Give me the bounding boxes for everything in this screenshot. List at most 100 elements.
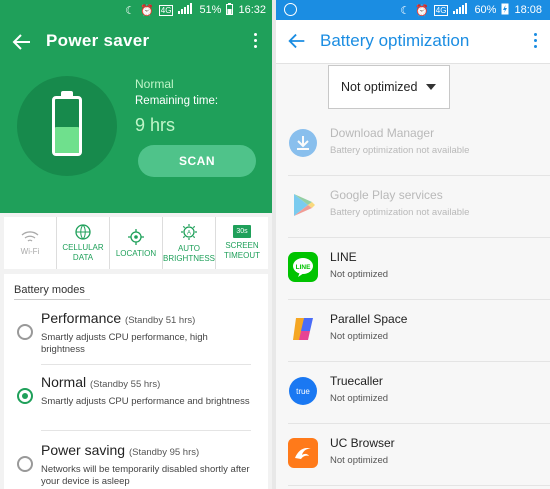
app-row-line[interactable]: LINE LINE Not optimized (276, 238, 550, 300)
quick-settings-bar: Wi-Fi CELLULAR DATA LOCATION A AUTO BRIG… (4, 217, 268, 269)
alarm-icon: ⏰ (415, 4, 429, 17)
back-arrow-icon[interactable] (286, 30, 308, 56)
remaining-time-label: Remaining time: (135, 95, 219, 107)
quick-setting-cellular-data[interactable]: CELLULAR DATA (57, 217, 110, 269)
overflow-menu-icon[interactable] (252, 33, 258, 51)
scan-button[interactable]: SCAN (138, 145, 256, 177)
charging-battery-icon (501, 3, 509, 18)
filter-dropdown-value: Not optimized (341, 80, 418, 94)
app-status: Not optimized (330, 455, 389, 466)
mode-option-power-saving[interactable]: Power saving (Standby 95 hrs) Networks w… (4, 440, 268, 489)
radio-button-selected[interactable] (17, 388, 33, 404)
quick-setting-label: LOCATION (115, 248, 157, 258)
auto-brightness-icon: A (181, 223, 197, 240)
page-title: Battery optimization (320, 31, 470, 50)
app-row-parallel-space[interactable]: Parallel Space Not optimized (276, 300, 550, 362)
toolbar: Battery optimization (276, 20, 550, 64)
mode-standby: (Standby 51 hrs) (125, 315, 196, 326)
mode-description: Smartly adjusts CPU performance and brig… (41, 396, 250, 407)
mode-name: Performance (Standby 51 hrs) (41, 310, 196, 326)
divider (41, 430, 251, 431)
battery-level-fill (55, 127, 79, 153)
screen-timeout-icon: 30s (233, 225, 251, 238)
svg-text:A: A (187, 230, 191, 236)
app-name: Truecaller (330, 374, 383, 388)
divider (41, 364, 251, 365)
filter-dropdown[interactable]: Not optimized (328, 65, 450, 109)
status-battery-percent: 51% (199, 4, 222, 16)
app-name: Download Manager (330, 126, 435, 140)
wifi-icon (21, 230, 39, 242)
network-type: 4G (158, 4, 174, 16)
app-status: Not optimized (330, 331, 389, 342)
radio-button[interactable] (17, 324, 33, 340)
app-status: Not optimized (330, 269, 389, 280)
quick-setting-label: Wi-Fi (20, 246, 40, 256)
battery-modes-header: Battery modes (14, 284, 85, 296)
radio-button[interactable] (17, 456, 33, 472)
app-name: Google Play services (330, 188, 443, 202)
whatsapp-notification-icon (284, 3, 297, 16)
remaining-time-value: 9 hrs (135, 115, 176, 135)
mode-standby: (Standby 95 hrs) (128, 447, 200, 458)
dropdown-arrow-icon (426, 84, 436, 90)
app-name: LINE (330, 250, 357, 264)
mode-option-performance[interactable]: Performance (Standby 51 hrs) Smartly adj… (4, 308, 268, 368)
moon-icon: ☾ (125, 4, 136, 17)
google-play-services-icon (288, 190, 318, 220)
cellular-data-icon (75, 223, 91, 240)
signal-icon (178, 3, 194, 17)
mode-description: Smartly adjusts CPU performance, high br… (41, 332, 208, 355)
alarm-icon: ⏰ (140, 4, 154, 17)
status-battery-percent: 60% (474, 4, 497, 16)
svg-text:true: true (296, 387, 310, 396)
divider (14, 299, 90, 300)
quick-setting-wifi[interactable]: Wi-Fi (4, 217, 57, 269)
quick-setting-label: SCREEN TIMEOUT (224, 241, 260, 260)
overflow-menu-icon[interactable] (532, 33, 538, 51)
battery-modes-card: Battery modes Performance (Standby 51 hr… (4, 274, 268, 489)
status-bar: ☾ ⏰ 4G 60% 18:08 (276, 0, 550, 20)
app-status: Not optimized (330, 393, 389, 404)
status-battery-icon (226, 2, 234, 18)
battery-optimization-screen: ☾ ⏰ 4G 60% 18:08 Battery optimization No… (276, 0, 550, 489)
mode-name: Normal (Standby 55 hrs) (41, 374, 161, 390)
power-saver-screen: ☾ ⏰ 4G 51% 16:32 Power saver Normal Rema… (0, 0, 272, 489)
quick-setting-auto-brightness[interactable]: A AUTO BRIGHTNESS (163, 217, 216, 269)
app-status: Battery optimization not available (330, 207, 470, 218)
svg-text:LINE: LINE (296, 264, 311, 271)
quick-setting-label: CELLULAR DATA (62, 242, 104, 262)
quick-setting-label: AUTO BRIGHTNESS (163, 243, 216, 263)
app-name: Parallel Space (330, 312, 408, 326)
screenshot: ☾ ⏰ 4G 51% 16:32 Power saver Normal Rema… (0, 0, 550, 489)
toolbar: Power saver (0, 20, 272, 64)
uc-browser-icon (288, 438, 318, 468)
quick-setting-screen-timeout[interactable]: 30s SCREEN TIMEOUT (216, 217, 268, 269)
status-time: 18:08 (514, 4, 542, 16)
divider (288, 485, 550, 486)
network-type: 4G (433, 4, 449, 16)
app-row-truecaller[interactable]: true Truecaller Not optimized (276, 362, 550, 424)
mode-option-normal[interactable]: Normal (Standby 55 hrs) Smartly adjusts … (4, 372, 268, 432)
app-row-google-play-services[interactable]: Google Play services Battery optimizatio… (276, 176, 550, 238)
app-row-download-manager[interactable]: Download Manager Battery optimization no… (276, 114, 550, 176)
quick-setting-location[interactable]: LOCATION (110, 217, 163, 269)
back-arrow-icon[interactable] (10, 30, 34, 54)
page-title: Power saver (46, 31, 150, 50)
truecaller-icon: true (288, 376, 318, 406)
mode-description: Networks will be temporarily disabled sh… (41, 464, 250, 487)
mode-name: Power saving (Standby 95 hrs) (41, 442, 200, 458)
status-bar: ☾ ⏰ 4G 51% 16:32 (0, 0, 272, 20)
location-icon (128, 228, 144, 245)
current-mode-label: Normal (135, 77, 174, 91)
power-saver-header-area: ☾ ⏰ 4G 51% 16:32 Power saver Normal Rema… (0, 0, 272, 213)
app-status: Battery optimization not available (330, 145, 470, 156)
app-row-uc-browser[interactable]: UC Browser Not optimized (276, 424, 550, 486)
mode-standby: (Standby 55 hrs) (90, 379, 161, 390)
signal-icon (453, 3, 469, 17)
line-app-icon: LINE (288, 252, 318, 282)
status-time: 16:32 (238, 4, 266, 16)
parallel-space-icon (288, 314, 318, 344)
app-name: UC Browser (330, 436, 395, 450)
download-manager-icon (288, 128, 318, 158)
